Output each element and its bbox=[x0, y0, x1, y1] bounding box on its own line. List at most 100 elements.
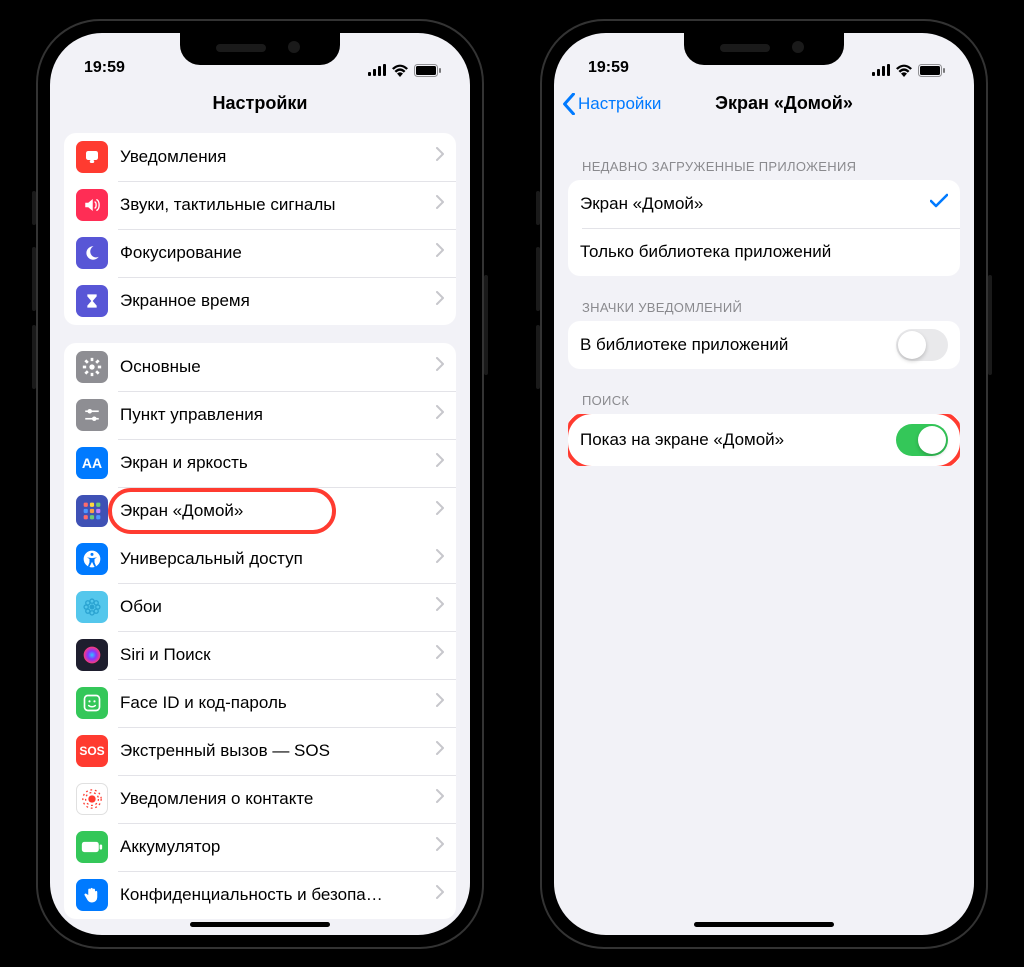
toggle-badges-library[interactable] bbox=[896, 329, 948, 361]
page-title: Настройки bbox=[213, 93, 308, 114]
option-label: Экран «Домой» bbox=[580, 194, 930, 214]
row-label: Siri и Поиск bbox=[120, 645, 430, 665]
row-label: Обои bbox=[120, 597, 430, 617]
row-label: Основные bbox=[120, 357, 430, 377]
settings-row-wallpaper[interactable]: Обои bbox=[64, 583, 456, 631]
chevron-right-icon bbox=[436, 243, 444, 262]
cellular-icon bbox=[368, 64, 386, 76]
gear-icon bbox=[76, 351, 108, 383]
home-indicator[interactable] bbox=[694, 922, 834, 927]
cellular-icon bbox=[872, 64, 890, 76]
chevron-right-icon bbox=[436, 453, 444, 472]
option-label: Только библиотека приложений bbox=[580, 242, 948, 262]
settings-row-privacy[interactable]: Конфиденциальность и безопа… bbox=[64, 871, 456, 919]
chevron-right-icon bbox=[436, 195, 444, 214]
chevron-right-icon bbox=[436, 147, 444, 166]
settings-row-sounds[interactable]: Звуки, тактильные сигналы bbox=[64, 181, 456, 229]
back-label: Настройки bbox=[578, 94, 661, 114]
checkmark-icon bbox=[930, 193, 948, 214]
status-time: 19:59 bbox=[84, 59, 125, 77]
settings-row-exposure[interactable]: Уведомления о контакте bbox=[64, 775, 456, 823]
chevron-right-icon bbox=[436, 837, 444, 856]
row-label: Конфиденциальность и безопа… bbox=[120, 885, 430, 905]
hourglass-icon bbox=[76, 285, 108, 317]
chevron-right-icon bbox=[436, 405, 444, 424]
sliders-icon bbox=[76, 399, 108, 431]
home-screen-settings[interactable]: НЕДАВНО ЗАГРУЖЕННЫЕ ПРИЛОЖЕНИЯ Экран «До… bbox=[554, 129, 974, 935]
nav-bar: Настройки Экран «Домой» bbox=[554, 79, 974, 129]
row-label: Экстренный вызов — SOS bbox=[120, 741, 430, 761]
access-icon bbox=[76, 543, 108, 575]
chevron-right-icon bbox=[436, 501, 444, 520]
section-header-search: ПОИСК bbox=[568, 369, 960, 414]
section-header-badges: ЗНАЧКИ УВЕДОМЛЕНИЙ bbox=[568, 276, 960, 321]
face-icon bbox=[76, 687, 108, 719]
settings-row-siri[interactable]: Siri и Поиск bbox=[64, 631, 456, 679]
flower-icon bbox=[76, 591, 108, 623]
back-button[interactable]: Настройки bbox=[562, 79, 661, 129]
settings-list[interactable]: Уведомления Звуки, тактильные сигналы Фо… bbox=[50, 129, 470, 935]
settings-row-accessibility[interactable]: Универсальный доступ bbox=[64, 535, 456, 583]
chevron-right-icon bbox=[436, 645, 444, 664]
settings-row-sos[interactable]: SOS Экстренный вызов — SOS bbox=[64, 727, 456, 775]
battery-icon bbox=[918, 64, 946, 77]
bell-icon bbox=[76, 141, 108, 173]
grid-icon bbox=[76, 495, 108, 527]
chevron-right-icon bbox=[436, 549, 444, 568]
toggle-label: Показ на экране «Домой» bbox=[580, 430, 896, 450]
siri-icon bbox=[76, 639, 108, 671]
toggle-row-show-search: Показ на экране «Домой» bbox=[568, 414, 960, 466]
settings-row-display[interactable]: AA Экран и яркость bbox=[64, 439, 456, 487]
speaker-icon bbox=[76, 189, 108, 221]
chevron-right-icon bbox=[436, 693, 444, 712]
settings-row-controlcenter[interactable]: Пункт управления bbox=[64, 391, 456, 439]
moon-icon bbox=[76, 237, 108, 269]
section-header-recent: НЕДАВНО ЗАГРУЖЕННЫЕ ПРИЛОЖЕНИЯ bbox=[568, 129, 960, 180]
settings-row-general[interactable]: Основные bbox=[64, 343, 456, 391]
chevron-right-icon bbox=[436, 885, 444, 904]
settings-row-battery[interactable]: Аккумулятор bbox=[64, 823, 456, 871]
chevron-right-icon bbox=[436, 291, 444, 310]
row-label: Уведомления о контакте bbox=[120, 789, 430, 809]
wifi-icon bbox=[391, 64, 409, 77]
toggle-row-badges-library: В библиотеке приложений bbox=[568, 321, 960, 369]
phone-left: 19:59 Настройки Уведомления Звуки, такти… bbox=[36, 19, 484, 949]
row-label: Экран и яркость bbox=[120, 453, 430, 473]
chevron-right-icon bbox=[436, 357, 444, 376]
page-title: Экран «Домой» bbox=[715, 93, 853, 114]
battery-icon bbox=[414, 64, 442, 77]
chevron-right-icon bbox=[436, 789, 444, 808]
row-label: Экран «Домой» bbox=[120, 501, 430, 521]
row-label: Аккумулятор bbox=[120, 837, 430, 857]
home-indicator[interactable] bbox=[190, 922, 330, 927]
wifi-icon bbox=[895, 64, 913, 77]
row-label: Face ID и код-пароль bbox=[120, 693, 430, 713]
chevron-right-icon bbox=[436, 741, 444, 760]
hand-icon bbox=[76, 879, 108, 911]
row-label: Экранное время bbox=[120, 291, 430, 311]
aa-icon: AA bbox=[76, 447, 108, 479]
notch bbox=[684, 33, 844, 65]
phone-right: 19:59 Настройки Экран «Домой» НЕДАВН bbox=[540, 19, 988, 949]
settings-row-screentime[interactable]: Экранное время bbox=[64, 277, 456, 325]
settings-row-notifications[interactable]: Уведомления bbox=[64, 133, 456, 181]
sos-icon: SOS bbox=[76, 735, 108, 767]
chevron-right-icon bbox=[436, 597, 444, 616]
row-label: Уведомления bbox=[120, 147, 430, 167]
row-label: Звуки, тактильные сигналы bbox=[120, 195, 430, 215]
settings-row-homescreen[interactable]: Экран «Домой» bbox=[64, 487, 456, 535]
option-opt-library[interactable]: Только библиотека приложений bbox=[568, 228, 960, 276]
toggle-label: В библиотеке приложений bbox=[580, 335, 896, 355]
nav-bar: Настройки bbox=[50, 79, 470, 129]
option-opt-home[interactable]: Экран «Домой» bbox=[568, 180, 960, 228]
exposure-icon bbox=[76, 783, 108, 815]
toggle-show-search[interactable] bbox=[896, 424, 948, 456]
row-label: Фокусирование bbox=[120, 243, 430, 263]
settings-row-faceid[interactable]: Face ID и код-пароль bbox=[64, 679, 456, 727]
notch bbox=[180, 33, 340, 65]
settings-row-focus[interactable]: Фокусирование bbox=[64, 229, 456, 277]
status-time: 19:59 bbox=[588, 59, 629, 77]
battery-icon bbox=[76, 831, 108, 863]
row-label: Пункт управления bbox=[120, 405, 430, 425]
row-label: Универсальный доступ bbox=[120, 549, 430, 569]
